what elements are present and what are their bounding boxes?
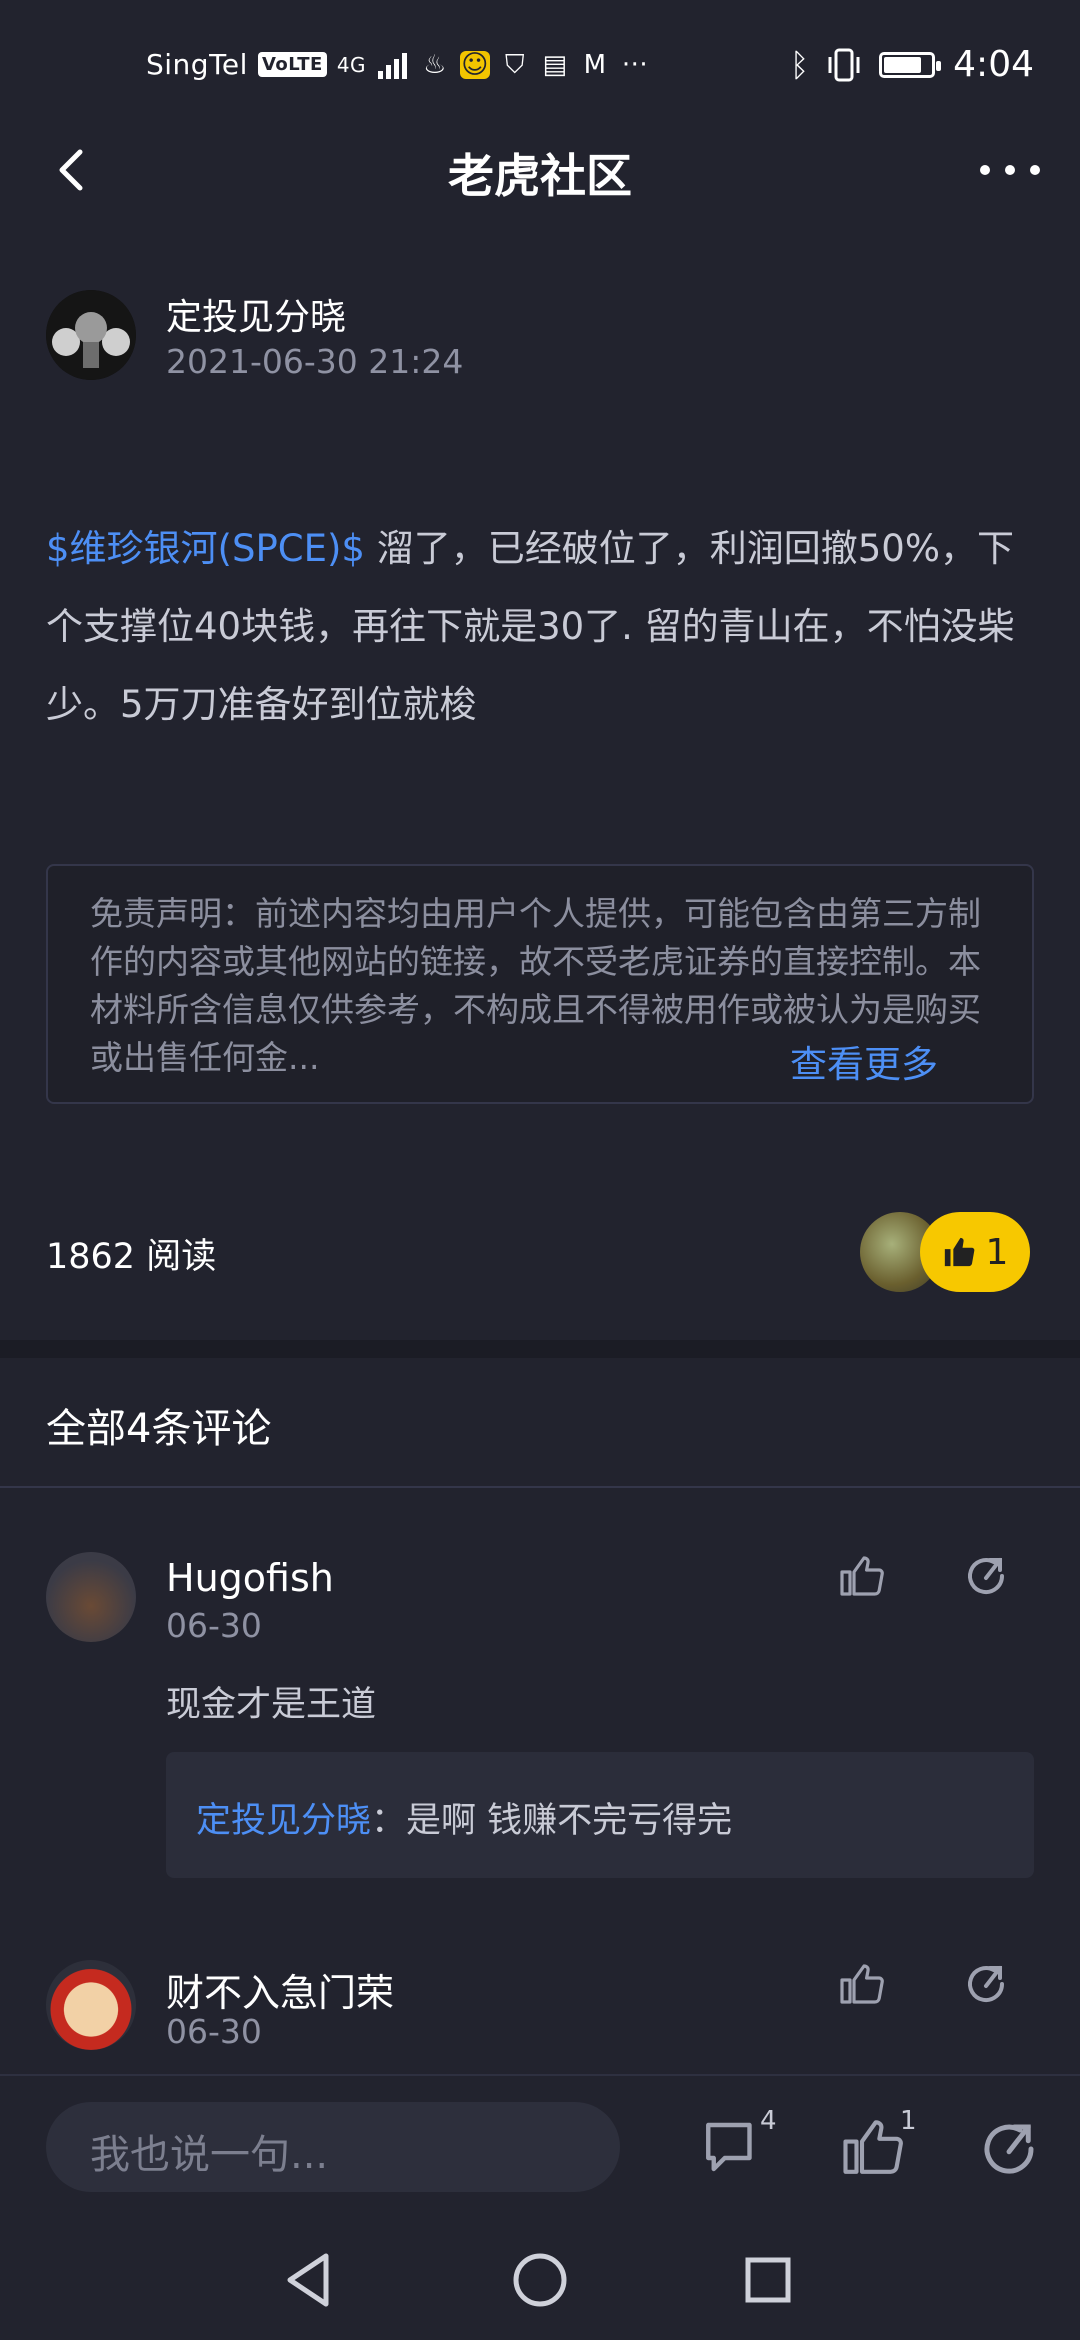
like-count-badge: 1 (900, 2106, 917, 2136)
more-notifications-icon: ··· (621, 49, 649, 80)
app-smiley-icon: ☺ (460, 49, 491, 80)
comment-share-button[interactable] (962, 1960, 1010, 2008)
thumbs-up-outline-icon (840, 1964, 884, 2004)
like-button[interactable] (840, 2114, 906, 2180)
share-button[interactable] (976, 2116, 1042, 2182)
comment-avatar[interactable] (46, 1552, 136, 1642)
system-navigation-bar (0, 2224, 1080, 2340)
comment-bubble-icon (706, 2122, 752, 2172)
author-avatar[interactable] (46, 290, 136, 380)
comment-input-placeholder: 我也说一句... (90, 2132, 329, 2178)
news-icon: ▤ (542, 49, 568, 80)
nav-home-icon[interactable] (512, 2252, 568, 2308)
app-notification-icon: ♨ (423, 49, 447, 80)
bottom-action-bar: 我也说一句... 4 1 (0, 2074, 1080, 2226)
comment-author-name[interactable]: Hugofish (166, 1556, 334, 1600)
comments-button[interactable] (700, 2114, 766, 2180)
status-bar: SingTel VoLTE 4G ♨ ☺ ⛉ ▤ M ··· ᛒ 4:04 (0, 0, 1080, 130)
reply-separator: ： (371, 1801, 407, 1841)
comment-reply-box[interactable]: 定投见分晓：是啊 钱赚不完亏得完 (166, 1752, 1034, 1878)
comment-avatar[interactable] (46, 1960, 136, 2050)
author-name[interactable]: 定投见分晓 (166, 288, 346, 340)
see-more-link[interactable]: 查看更多 (790, 1034, 938, 1088)
nav-back-icon[interactable] (282, 2250, 336, 2310)
post-like-count: 1 (985, 1231, 1009, 1273)
more-horizontal-icon (980, 165, 990, 175)
comment-text: 现金才是王道 (166, 1685, 377, 1725)
share-icon (968, 1558, 1005, 1595)
section-divider (0, 1340, 1080, 1358)
more-options-button[interactable] (980, 150, 1040, 190)
stock-ticker-link[interactable]: $维珍银河(SPCE)$ (46, 527, 365, 570)
status-left-group: SingTel VoLTE 4G ♨ ☺ ⛉ ▤ M ··· (146, 48, 650, 81)
comment-like-button[interactable] (838, 1960, 886, 2008)
bluetooth-icon: ᛒ (789, 45, 810, 84)
clock: 4:04 (953, 44, 1034, 85)
post-like-button[interactable]: 1 (920, 1212, 1030, 1292)
thumbs-up-outline-icon (843, 2120, 903, 2174)
comment-author-name[interactable]: 财不入急门荣 (166, 1962, 394, 2017)
network-label: 4G (336, 52, 367, 77)
battery-fill (884, 56, 922, 73)
page-title: 老虎社区 (448, 149, 632, 203)
disclaimer-box: 免责声明：前述内容均由用户个人提供，可能包含由第三方制作的内容或其他网站的链接，… (46, 864, 1034, 1104)
share-icon (984, 2124, 1034, 2174)
carrier-label: SingTel (146, 48, 248, 81)
volte-badge: VoLTE (257, 52, 327, 77)
reply-text: 是啊 钱赚不完亏得完 (406, 1801, 733, 1841)
author-avatar-image (46, 290, 136, 380)
comment-count-badge: 4 (760, 2106, 777, 2136)
share-icon (968, 1966, 1005, 2003)
comment-date: 06-30 (166, 1606, 262, 1645)
comment-share-button[interactable] (962, 1552, 1010, 1600)
post-timestamp: 2021-06-30 21:24 (166, 342, 464, 381)
reply-line: 定投见分晓：是啊 钱赚不完亏得完 (196, 1792, 732, 1843)
read-count: 1862 阅读 (46, 1237, 217, 1277)
comments-header: 全部4条评论 (46, 1406, 272, 1452)
vibrate-icon (828, 48, 860, 81)
comment-like-button[interactable] (838, 1552, 886, 1600)
reply-author[interactable]: 定投见分晓 (196, 1801, 371, 1841)
comment-date: 06-30 (166, 2012, 262, 2051)
nav-recents-icon[interactable] (744, 2256, 792, 2304)
gmail-icon: M (583, 49, 607, 80)
status-right-group: ᛒ 4:04 (790, 44, 1034, 85)
shopping-bag-icon: ⛉ (505, 49, 526, 80)
thumbs-up-outline-icon (840, 1556, 884, 1596)
comments-divider (0, 1486, 1080, 1488)
post-body: $维珍银河(SPCE)$ 溜了，已经破位了，利润回撤50%，下个支撑位40块钱，… (46, 510, 1036, 744)
battery-icon (879, 51, 942, 78)
thumbs-up-icon (944, 1237, 974, 1267)
comment-input[interactable]: 我也说一句... (46, 2102, 620, 2192)
signal-icon (378, 52, 408, 79)
